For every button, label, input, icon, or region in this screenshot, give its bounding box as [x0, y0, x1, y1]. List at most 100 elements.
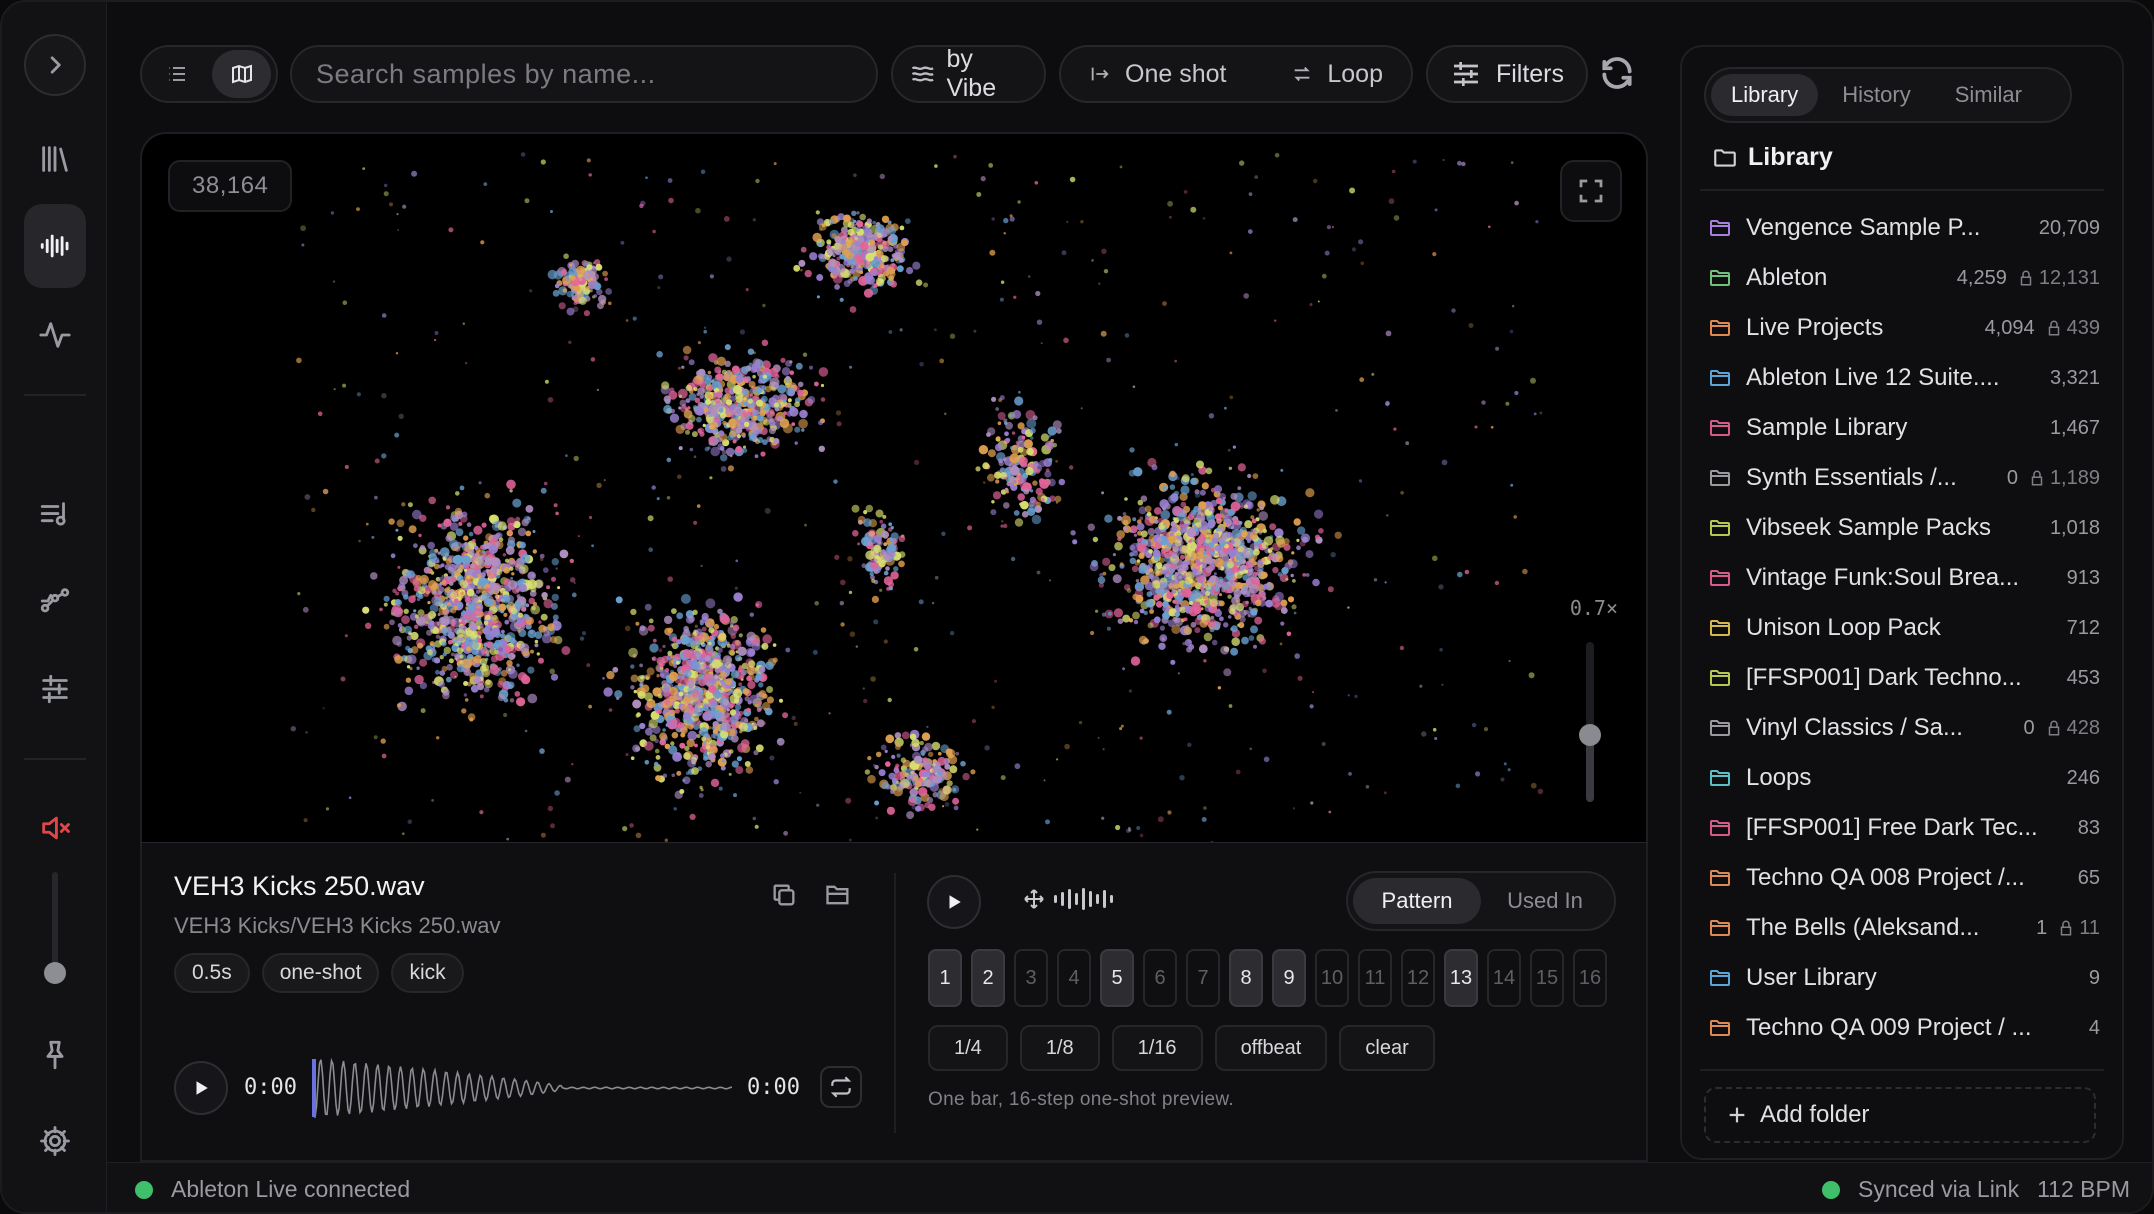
sample-point[interactable] — [1203, 632, 1213, 642]
sample-point[interactable] — [1274, 591, 1285, 602]
sample-point[interactable] — [586, 158, 591, 163]
sample-point[interactable] — [995, 479, 1000, 484]
map-view-button[interactable] — [212, 50, 271, 98]
sample-point[interactable] — [693, 455, 697, 459]
sample-point[interactable] — [1168, 566, 1176, 574]
sample-point[interactable] — [615, 596, 623, 604]
sample-point[interactable] — [748, 381, 756, 388]
sample-point[interactable] — [951, 785, 960, 794]
sample-point[interactable] — [502, 553, 507, 557]
sample-point[interactable] — [1248, 192, 1253, 196]
sample-point[interactable] — [491, 646, 495, 651]
sample-point[interactable] — [1018, 390, 1021, 394]
folder-item[interactable]: Vintage Funk:Soul Brea... 913 — [1708, 553, 2100, 603]
sample-point[interactable] — [1119, 727, 1123, 731]
sample-point[interactable] — [1488, 225, 1491, 229]
sample-point[interactable] — [747, 378, 751, 382]
sample-point[interactable] — [1184, 576, 1193, 585]
sample-point[interactable] — [1036, 570, 1041, 575]
clear-pattern-button[interactable]: clear — [1339, 1025, 1435, 1071]
sample-point[interactable] — [541, 633, 552, 644]
sample-point[interactable] — [1510, 483, 1514, 487]
sample-point[interactable] — [1539, 411, 1543, 415]
sample-point[interactable] — [1000, 524, 1004, 528]
sample-point[interactable] — [1158, 642, 1166, 650]
sample-point[interactable] — [932, 762, 936, 767]
sample-point[interactable] — [719, 412, 727, 419]
sample-point[interactable] — [901, 731, 910, 740]
sample-point[interactable] — [439, 670, 446, 676]
sample-point[interactable] — [687, 723, 694, 730]
sample-point[interactable] — [716, 356, 726, 366]
sample-point[interactable] — [1112, 574, 1122, 584]
sample-point[interactable] — [658, 648, 663, 653]
sample-point[interactable] — [1119, 165, 1123, 169]
sample-point[interactable] — [732, 624, 740, 632]
sample-point[interactable] — [512, 498, 522, 508]
sample-point[interactable] — [1481, 400, 1486, 405]
sample-point[interactable] — [976, 192, 982, 197]
sample-point[interactable] — [925, 778, 929, 781]
sample-point[interactable] — [1256, 508, 1260, 512]
sample-point[interactable] — [789, 360, 793, 364]
reveal-in-folder-button[interactable] — [824, 881, 852, 914]
sample-point[interactable] — [413, 609, 417, 613]
sample-point[interactable] — [1101, 816, 1105, 820]
sample-point[interactable] — [753, 394, 760, 401]
sample-point[interactable] — [470, 563, 476, 569]
sample-point[interactable] — [690, 670, 699, 679]
sample-point[interactable] — [1095, 609, 1099, 613]
sample-point[interactable] — [1136, 522, 1145, 531]
sample-point[interactable] — [1231, 637, 1240, 646]
sample-point[interactable] — [1035, 290, 1041, 297]
sample-point[interactable] — [410, 646, 419, 654]
sample-point[interactable] — [406, 654, 417, 665]
sample-point[interactable] — [836, 421, 842, 427]
sample-point[interactable] — [991, 500, 995, 504]
sample-point[interactable] — [1117, 536, 1122, 542]
sample-point[interactable] — [1135, 594, 1144, 603]
sample-point[interactable] — [1287, 596, 1295, 603]
sample-point[interactable] — [991, 217, 995, 221]
sample-point[interactable] — [879, 279, 884, 284]
sample-point[interactable] — [1187, 513, 1195, 521]
sample-point[interactable] — [694, 706, 704, 716]
sample-point[interactable] — [1533, 412, 1537, 416]
sample-point[interactable] — [1129, 544, 1136, 551]
sample-point[interactable] — [721, 369, 727, 375]
sample-point[interactable] — [835, 410, 842, 416]
sample-point[interactable] — [754, 703, 759, 708]
sample-point[interactable] — [1009, 414, 1013, 418]
sample-point[interactable] — [880, 264, 885, 269]
sample-point[interactable] — [890, 280, 897, 288]
sample-point[interactable] — [506, 837, 510, 841]
sample-point[interactable] — [503, 612, 508, 617]
sample-point[interactable] — [1206, 618, 1217, 629]
sample-point[interactable] — [924, 742, 933, 752]
sample-point[interactable] — [1384, 791, 1387, 795]
sample-point[interactable] — [710, 400, 716, 405]
sample-point[interactable] — [639, 722, 646, 730]
sample-point[interactable] — [419, 658, 428, 667]
sample-point[interactable] — [1173, 599, 1179, 605]
sample-point[interactable] — [846, 244, 850, 249]
sample-point[interactable] — [920, 771, 928, 778]
sample-point[interactable] — [762, 702, 771, 711]
sample-point[interactable] — [1331, 225, 1334, 229]
sample-point[interactable] — [1001, 520, 1004, 523]
sample-point[interactable] — [758, 690, 767, 698]
sample-point[interactable] — [1169, 484, 1176, 490]
sample-point[interactable] — [730, 670, 740, 679]
sample-point[interactable] — [1016, 477, 1020, 481]
sample-point[interactable] — [547, 805, 554, 812]
sample-point[interactable] — [1254, 175, 1259, 179]
sample-point[interactable] — [863, 288, 874, 298]
sample-point[interactable] — [1181, 588, 1192, 598]
sample-point[interactable] — [731, 760, 739, 768]
sample-point[interactable] — [1113, 608, 1123, 618]
sample-point[interactable] — [451, 622, 456, 627]
sample-point[interactable] — [1241, 530, 1248, 537]
sample-point[interactable] — [768, 427, 776, 435]
sample-point[interactable] — [527, 693, 538, 704]
sample-point[interactable] — [593, 294, 598, 298]
